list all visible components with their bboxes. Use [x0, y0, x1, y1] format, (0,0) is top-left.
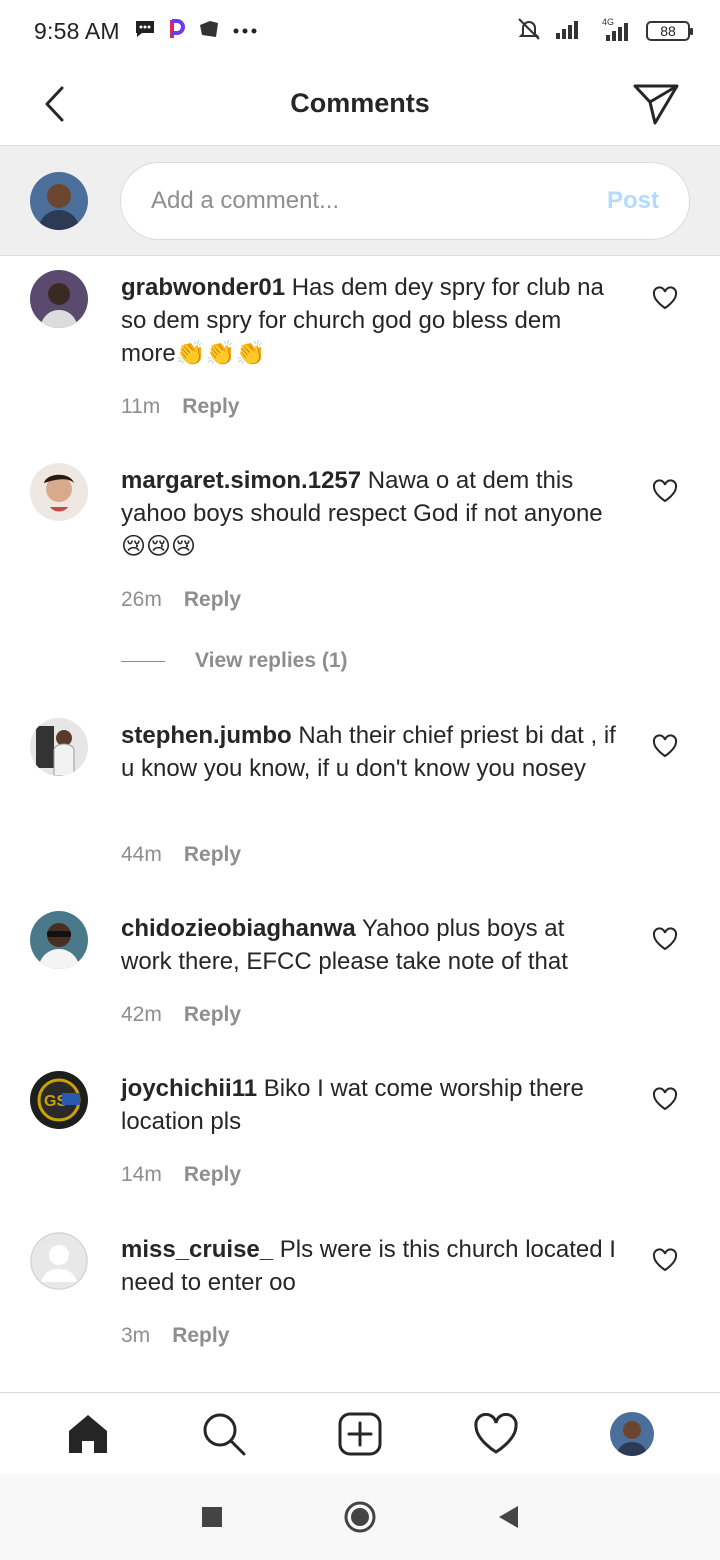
comment-meta: 3m Reply: [121, 1324, 229, 1348]
system-nav-bar: [0, 1474, 720, 1560]
avatar[interactable]: [30, 463, 88, 521]
comment-time: 42m: [121, 1003, 162, 1026]
back-nav-button[interactable]: [488, 1497, 528, 1537]
reply-button[interactable]: Reply: [184, 588, 241, 612]
avatar[interactable]: [30, 718, 88, 776]
app-p-icon: [168, 18, 186, 45]
comment-text: joychichii11 Biko I wat come worship the…: [121, 1072, 621, 1138]
reply-button[interactable]: Reply: [184, 1003, 241, 1027]
signal-icon: [554, 18, 584, 45]
like-button[interactable]: [650, 925, 680, 953]
notification-icons: [134, 18, 258, 45]
heart-icon: [652, 1087, 678, 1111]
square-icon: [202, 1507, 222, 1527]
view-replies-label: View replies (1): [195, 649, 348, 672]
nav-home[interactable]: [58, 1404, 118, 1464]
home-icon: [69, 1414, 107, 1453]
comment-username[interactable]: joychichii11: [121, 1075, 257, 1102]
heart-icon: [652, 734, 678, 758]
comment-time: 3m: [121, 1324, 151, 1347]
circle-icon: [344, 1501, 376, 1533]
system-status-icons: 4G 88: [516, 16, 693, 47]
triangle-back-icon: [499, 1506, 518, 1528]
comment-field[interactable]: Post: [120, 161, 690, 240]
comments-list: grabwonder01 Has dem dey spry for club n…: [0, 256, 720, 1392]
profile-avatar[interactable]: [610, 1411, 654, 1456]
comment-username[interactable]: grabwonder01: [121, 274, 285, 301]
bottom-nav: [0, 1392, 720, 1474]
comment-username[interactable]: miss_cruise_: [121, 1236, 273, 1263]
like-button[interactable]: [650, 477, 680, 505]
heart-icon: [474, 1412, 518, 1454]
search-icon: [203, 1413, 246, 1455]
comment-username[interactable]: stephen.jumbo: [121, 722, 292, 749]
nav-activity[interactable]: [466, 1404, 526, 1464]
header: Comments: [0, 62, 720, 146]
comment-meta: 44m Reply: [121, 843, 241, 867]
like-button[interactable]: [650, 1246, 680, 1274]
avatar[interactable]: [30, 1232, 88, 1290]
comment-meta: 14m Reply: [121, 1163, 241, 1187]
reply-button[interactable]: Reply: [184, 1163, 241, 1187]
comment-username[interactable]: margaret.simon.1257: [121, 467, 361, 494]
battery-indicator: 88: [646, 21, 693, 41]
reply-button[interactable]: Reply: [182, 395, 239, 419]
nav-search[interactable]: [194, 1404, 254, 1464]
direct-share-button[interactable]: [632, 82, 680, 126]
comment-meta: 42m Reply: [121, 1003, 241, 1027]
svg-text:4G: 4G: [602, 17, 614, 27]
avatar[interactable]: GS: [30, 1071, 88, 1129]
comment-text: miss_cruise_ Pls were is this church loc…: [121, 1233, 621, 1299]
heart-icon: [652, 479, 678, 503]
comment-time: 14m: [121, 1163, 162, 1186]
avatar[interactable]: [30, 911, 88, 969]
heart-icon: [652, 286, 678, 310]
status-time: 9:58 AM: [34, 17, 120, 44]
add-post-icon: [338, 1412, 382, 1455]
avatar[interactable]: [30, 270, 88, 328]
nav-create[interactable]: [330, 1404, 390, 1464]
comment-text: stephen.jumbo Nah their chief priest bi …: [121, 719, 621, 785]
reply-button[interactable]: Reply: [184, 843, 241, 867]
mute-bell-icon: [516, 16, 542, 47]
comment-meta: 26m Reply: [121, 588, 241, 612]
comment-username[interactable]: chidozieobiaghanwa: [121, 915, 356, 942]
recents-button[interactable]: [192, 1497, 232, 1537]
nav-profile[interactable]: [602, 1404, 662, 1464]
more-dots-icon: [232, 22, 258, 40]
current-user-avatar: [30, 171, 88, 230]
post-button[interactable]: Post: [607, 187, 659, 215]
comment-time: 44m: [121, 843, 162, 866]
page-title: Comments: [290, 88, 430, 118]
message-icon: [134, 19, 156, 44]
home-button[interactable]: [340, 1497, 380, 1537]
like-button[interactable]: [650, 1085, 680, 1113]
comment-text: grabwonder01 Has dem dey spry for club n…: [121, 271, 621, 370]
chevron-left-icon: [45, 86, 64, 122]
reply-button[interactable]: Reply: [172, 1324, 229, 1348]
heart-icon: [652, 1248, 678, 1272]
comment-time: 26m: [121, 588, 162, 611]
comment-time: 11m: [121, 395, 161, 418]
comment-text: chidozieobiaghanwa Yahoo plus boys at wo…: [121, 912, 621, 978]
comment-text: margaret.simon.1257 Nawa o at dem this y…: [121, 464, 621, 563]
signal-4g-icon: 4G: [596, 16, 634, 47]
back-button[interactable]: [36, 84, 72, 124]
paper-plane-icon: [633, 84, 679, 125]
heart-icon: [652, 927, 678, 951]
tag-icon: [198, 19, 220, 44]
comment-composer: Post: [0, 146, 720, 256]
view-replies-button[interactable]: View replies (1): [121, 649, 348, 673]
like-button[interactable]: [650, 284, 680, 312]
status-bar: 9:58 AM 4G 88: [0, 0, 720, 62]
comment-input[interactable]: [151, 186, 607, 215]
comment-meta: 11m Reply: [121, 395, 239, 419]
like-button[interactable]: [650, 732, 680, 760]
divider: [121, 660, 165, 662]
